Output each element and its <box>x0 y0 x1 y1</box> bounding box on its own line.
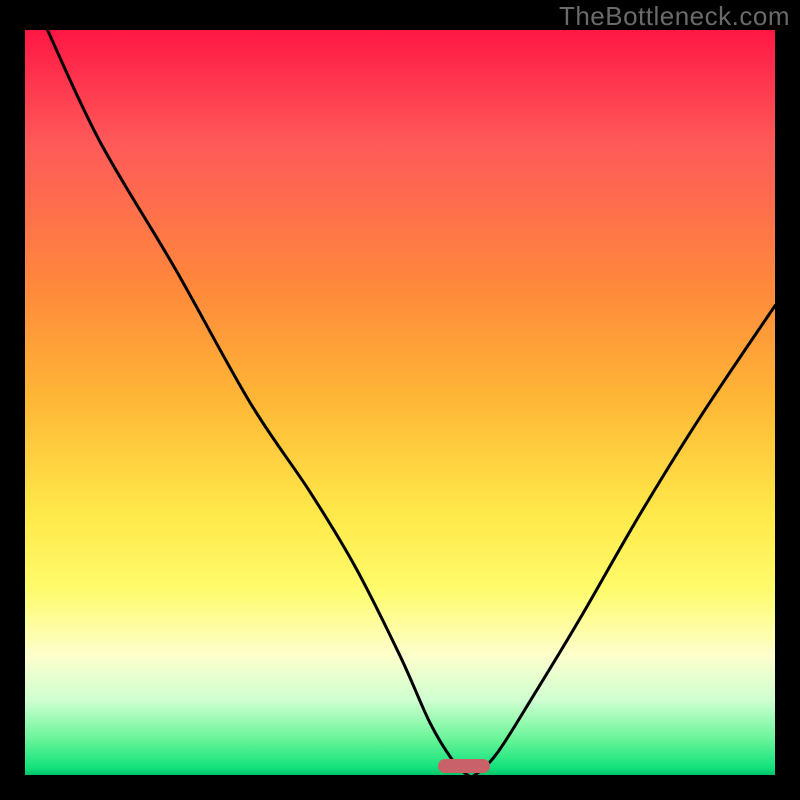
optimal-range-marker <box>438 759 491 773</box>
plot-area <box>25 30 775 775</box>
chart-frame: TheBottleneck.com <box>0 0 800 800</box>
bottleneck-curve <box>25 30 775 775</box>
watermark-text: TheBottleneck.com <box>559 1 790 32</box>
